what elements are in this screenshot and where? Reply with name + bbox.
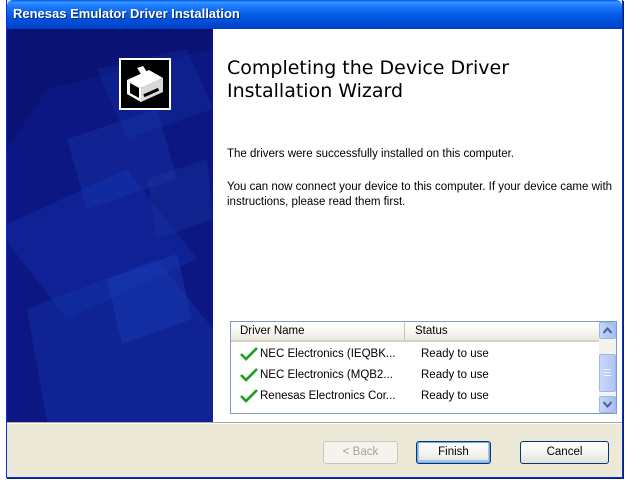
column-header-driver-name[interactable]: Driver Name bbox=[231, 322, 405, 340]
wizard-content: Completing the Device Driver Installatio… bbox=[213, 29, 622, 422]
thumb-grip-line bbox=[604, 369, 611, 370]
chevron-down-icon bbox=[603, 401, 612, 408]
driver-name: NEC Electronics (IEQBK... bbox=[260, 348, 396, 360]
scroll-thumb[interactable] bbox=[599, 354, 616, 392]
success-message: The drivers were successfully installed … bbox=[227, 148, 514, 160]
list-item[interactable]: NEC Electronics (IEQBK... Ready to use bbox=[231, 344, 599, 365]
finish-button[interactable]: Finish bbox=[416, 441, 491, 464]
window-title: Renesas Emulator Driver Installation bbox=[13, 6, 240, 21]
driver-name: Renesas Electronics Cor... bbox=[260, 390, 396, 402]
driver-status: Ready to use bbox=[421, 348, 489, 360]
driver-status: Ready to use bbox=[421, 369, 489, 381]
checkmark-icon bbox=[240, 347, 258, 361]
column-header-status[interactable]: Status bbox=[406, 322, 599, 340]
driver-list[interactable]: Driver Name Status NEC Electronics (IEQB… bbox=[230, 321, 617, 414]
hardware-icon bbox=[119, 58, 171, 110]
checkmark-icon bbox=[240, 368, 258, 382]
cancel-button[interactable]: Cancel bbox=[520, 441, 609, 464]
list-item[interactable]: NEC Electronics (MQB2... Ready to use bbox=[231, 365, 599, 386]
scroll-up-button[interactable] bbox=[599, 322, 616, 339]
wizard-banner bbox=[7, 29, 213, 422]
page-title: Completing the Device Driver Installatio… bbox=[227, 57, 510, 102]
vertical-scrollbar[interactable] bbox=[599, 322, 616, 413]
thumb-grip-line bbox=[604, 375, 611, 376]
driver-name: NEC Electronics (MQB2... bbox=[260, 369, 393, 381]
banner-artwork bbox=[7, 29, 213, 422]
driver-status: Ready to use bbox=[421, 390, 489, 402]
scroll-down-button[interactable] bbox=[599, 396, 616, 413]
checkmark-icon bbox=[240, 389, 258, 403]
list-item[interactable]: Renesas Electronics Cor... Ready to use bbox=[231, 386, 599, 407]
driver-list-rows: NEC Electronics (IEQBK... Ready to use N… bbox=[231, 344, 599, 407]
chevron-up-icon bbox=[603, 327, 612, 334]
driver-list-header: Driver Name Status bbox=[231, 322, 599, 342]
back-button[interactable]: < Back bbox=[323, 441, 398, 464]
thumb-grip-line bbox=[604, 372, 611, 373]
button-separator bbox=[7, 422, 622, 424]
title-bar[interactable]: Renesas Emulator Driver Installation bbox=[7, 0, 622, 29]
installation-dialog: Renesas Emulator Driver Installation Com… bbox=[6, 0, 623, 478]
instructions-message: You can now connect your device to this … bbox=[227, 181, 613, 208]
